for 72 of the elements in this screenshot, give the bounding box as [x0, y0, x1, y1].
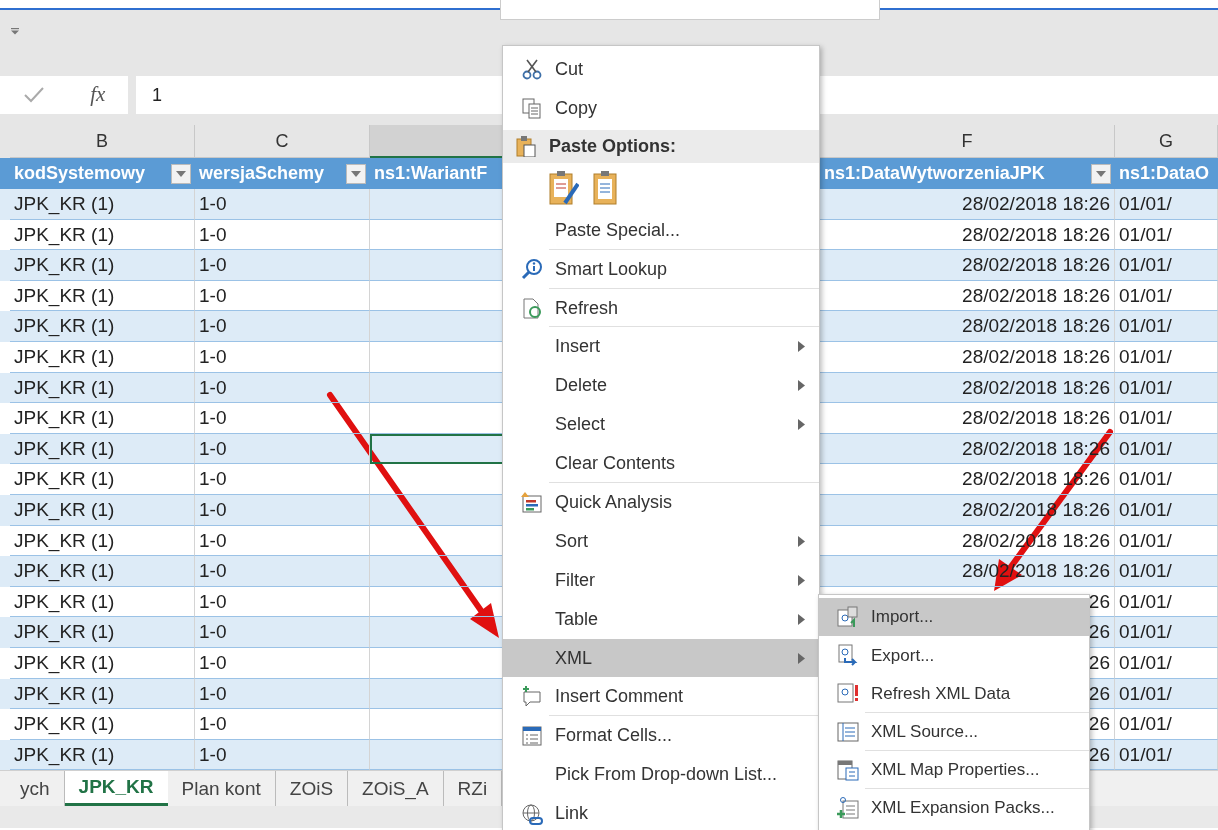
table-cell: 1-0 — [195, 372, 370, 404]
table-cell: 28/02/2018 18:26 — [820, 372, 1115, 404]
column-header: C — [195, 125, 370, 158]
table-cell: 01/01/ — [1115, 433, 1218, 465]
table-cell: 01/01/ — [1115, 647, 1218, 679]
table-cell: 1-0 — [195, 464, 370, 495]
table-cell: 1-0 — [195, 617, 370, 648]
column-header: B — [10, 125, 195, 158]
table-cell: JPK_KR (1) — [10, 525, 195, 557]
table-cell: JPK_KR (1) — [10, 494, 195, 526]
table-cell: 1-0 — [195, 250, 370, 281]
column-header: G — [1115, 125, 1218, 158]
table-header: ns1:WariantF — [374, 162, 488, 185]
table-cell: 01/01/ — [1115, 525, 1218, 557]
table-cell: 01/01/ — [1115, 617, 1218, 648]
table-header: ns1:DataWytworzeniaJPK — [824, 162, 1045, 185]
menu-heading: Paste Options: — [503, 129, 819, 163]
table-cell: 1-0 — [195, 433, 370, 465]
table-cell: JPK_KR (1) — [10, 403, 195, 434]
table-cell: 01/01/ — [1115, 586, 1218, 618]
table-cell: 01/01/ — [1115, 250, 1218, 281]
table-cell: 28/02/2018 18:26 — [820, 219, 1115, 251]
table-cell: 1-0 — [195, 219, 370, 251]
table-cell: 01/01/ — [1115, 372, 1218, 404]
table-cell: 1-0 — [195, 403, 370, 434]
table-cell: 1-0 — [195, 556, 370, 587]
table-cell: 28/02/2018 18:26 — [820, 189, 1115, 220]
table-cell: JPK_KR (1) — [10, 647, 195, 679]
table-cell: JPK_KR (1) — [10, 372, 195, 404]
table-cell: 28/02/2018 18:26 — [820, 403, 1115, 434]
table-cell: JPK_KR (1) — [10, 341, 195, 373]
table-cell: 01/01/ — [1115, 556, 1218, 587]
table-cell: 1-0 — [195, 189, 370, 220]
table-cell: JPK_KR (1) — [10, 219, 195, 251]
table-cell: 01/01/ — [1115, 494, 1218, 526]
table-cell: JPK_KR (1) — [10, 556, 195, 587]
column-header: F — [820, 125, 1115, 158]
table-cell: 01/01/ — [1115, 464, 1218, 495]
table-cell: 01/01/ — [1115, 280, 1218, 312]
table-cell: 1-0 — [195, 311, 370, 342]
table-cell: JPK_KR (1) — [10, 189, 195, 220]
table-cell: JPK_KR (1) — [10, 464, 195, 495]
table-cell: 28/02/2018 18:26 — [820, 311, 1115, 342]
table-cell: 01/01/ — [1115, 189, 1218, 220]
table-cell: 01/01/ — [1115, 678, 1218, 710]
table-cell: JPK_KR (1) — [10, 433, 195, 465]
table-cell: JPK_KR (1) — [10, 280, 195, 312]
table-cell: 1-0 — [195, 709, 370, 740]
table-cell: 1-0 — [195, 586, 370, 618]
table-header: wersjaSchemy — [199, 162, 325, 185]
table-header: kodSystemowy — [14, 162, 146, 185]
table-cell: 28/02/2018 18:26 — [820, 280, 1115, 312]
table-cell: 1-0 — [195, 341, 370, 373]
table-cell: 01/01/ — [1115, 311, 1218, 342]
table-cell: JPK_KR (1) — [10, 250, 195, 281]
table-cell: 1-0 — [195, 280, 370, 312]
table-cell: 28/02/2018 18:26 — [820, 341, 1115, 373]
table-cell: 1-0 — [195, 647, 370, 679]
table-cell: 01/01/ — [1115, 219, 1218, 251]
table-cell: JPK_KR (1) — [10, 617, 195, 648]
table-header: ns1:DataO — [1119, 162, 1210, 185]
table-cell: JPK_KR (1) — [10, 709, 195, 740]
table-cell: JPK_KR (1) — [10, 586, 195, 618]
table-cell: JPK_KR (1) — [10, 311, 195, 342]
table-cell: 01/01/ — [1115, 341, 1218, 373]
table-cell: 1-0 — [195, 525, 370, 557]
table-cell: 28/02/2018 18:26 — [820, 250, 1115, 281]
table-cell: 1-0 — [195, 494, 370, 526]
table-cell: JPK_KR (1) — [10, 678, 195, 710]
table-cell: 01/01/ — [1115, 709, 1218, 740]
table-cell: 01/01/ — [1115, 403, 1218, 434]
table-cell: 1-0 — [195, 678, 370, 710]
